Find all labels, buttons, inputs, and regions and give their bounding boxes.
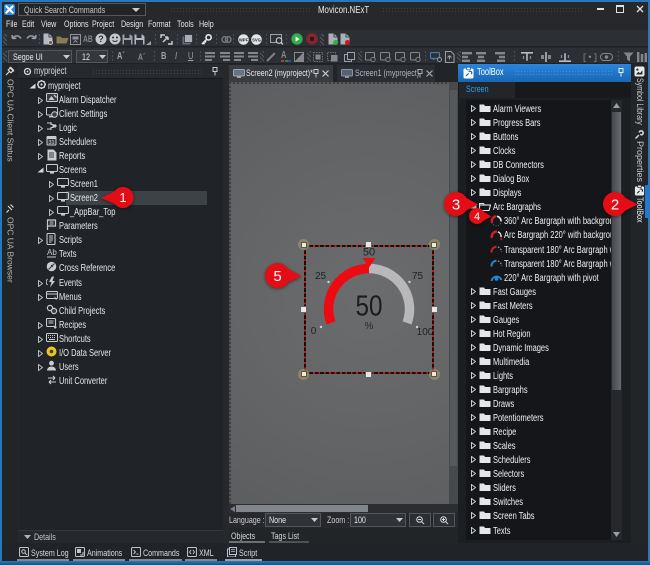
svg-text:50: 50	[363, 247, 375, 259]
svg-text:2: 2	[610, 196, 618, 213]
svg-text:5: 5	[273, 267, 281, 284]
svg-text:SVG: SVG	[252, 37, 261, 42]
svg-text:?: ?	[98, 34, 104, 44]
svg-text:WPF: WPF	[239, 37, 249, 42]
svg-text:25: 25	[315, 271, 327, 282]
svg-text:1: 1	[119, 190, 126, 205]
svg-text:Ab: Ab	[47, 248, 57, 257]
svg-text:%: %	[365, 321, 374, 332]
svg-text:[•]: [•]	[583, 53, 597, 62]
svg-text:75: 75	[412, 271, 424, 282]
svg-text:31: 31	[48, 140, 54, 146]
svg-text:3: 3	[451, 196, 459, 213]
svg-text:4: 4	[473, 211, 479, 223]
svg-text:0: 0	[311, 326, 317, 337]
svg-text:50: 50	[356, 291, 383, 323]
